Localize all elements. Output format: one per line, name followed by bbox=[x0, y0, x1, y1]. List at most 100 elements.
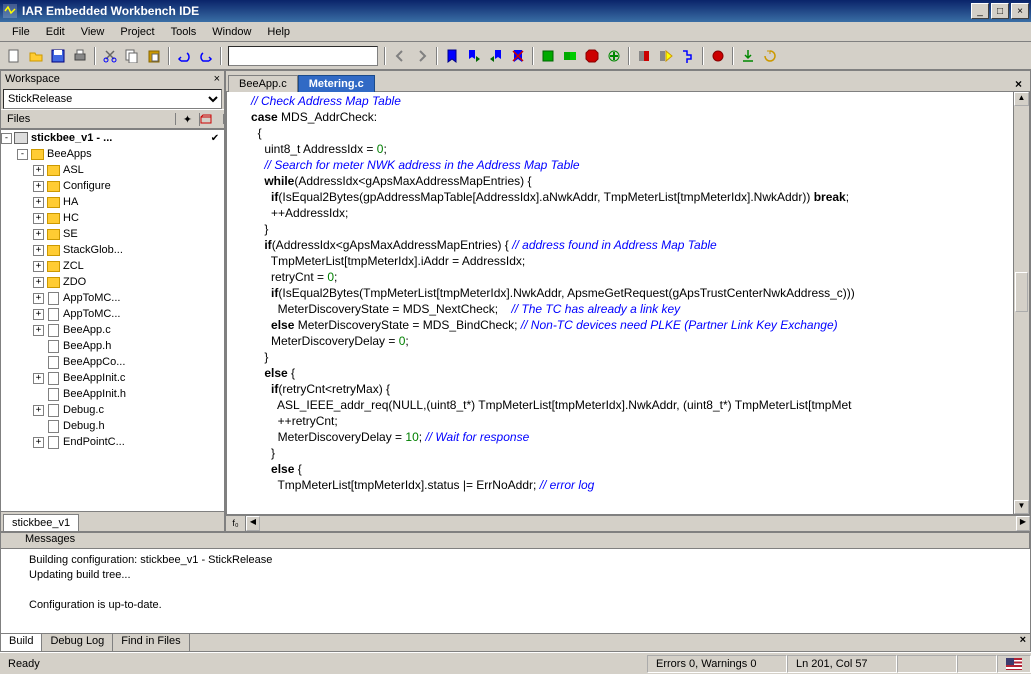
toolbar-bookmark-clear-button[interactable] bbox=[508, 46, 528, 66]
expand-icon[interactable]: + bbox=[33, 165, 44, 176]
expand-icon[interactable]: + bbox=[33, 181, 44, 192]
workspace-close-button[interactable]: × bbox=[214, 73, 220, 85]
tree-item[interactable]: +Debug.c bbox=[1, 402, 224, 418]
toolbar-paste-button[interactable] bbox=[144, 46, 164, 66]
menu-project[interactable]: Project bbox=[112, 24, 162, 40]
build-tab-debug-log[interactable]: Debug Log bbox=[42, 634, 113, 651]
toolbar-reset-button[interactable] bbox=[760, 46, 780, 66]
build-tab-find-in-files[interactable]: Find in Files bbox=[113, 634, 189, 651]
menu-view[interactable]: View bbox=[73, 24, 113, 40]
redo-icon bbox=[199, 49, 213, 63]
tree-item[interactable]: +BeeAppInit.c bbox=[1, 370, 224, 386]
tree-item[interactable]: + SE bbox=[1, 226, 224, 242]
toolbar-copy-button[interactable] bbox=[122, 46, 142, 66]
toolbar-make-button[interactable] bbox=[560, 46, 580, 66]
tree-item[interactable]: BeeAppCo... bbox=[1, 354, 224, 370]
workspace-tab[interactable]: stickbee_v1 bbox=[3, 514, 79, 531]
tree-item[interactable]: +HC bbox=[1, 210, 224, 226]
expand-icon[interactable]: + bbox=[33, 245, 44, 256]
menu-window[interactable]: Window bbox=[204, 24, 259, 40]
expand-icon[interactable]: - bbox=[1, 133, 12, 144]
function-indicator[interactable]: f₀ bbox=[226, 516, 246, 531]
expand-icon[interactable]: + bbox=[33, 229, 44, 240]
tree-item[interactable]: +AppToMC... bbox=[1, 290, 224, 306]
build-tab-build[interactable]: Build bbox=[1, 634, 42, 651]
expand-icon[interactable]: - bbox=[17, 149, 28, 160]
scroll-thumb[interactable] bbox=[1015, 272, 1028, 312]
tree-item[interactable]: -BeeApps bbox=[1, 146, 224, 162]
toolbar-toggle-bp-button[interactable] bbox=[634, 46, 654, 66]
build-messages[interactable]: Building configuration: stickbee_v1 - St… bbox=[1, 549, 1030, 633]
tree-item[interactable]: -stickbee_v1 - ...✔ bbox=[1, 130, 224, 146]
scroll-left-arrow[interactable]: ◀ bbox=[246, 516, 260, 531]
scroll-down-arrow[interactable]: ▼ bbox=[1014, 500, 1029, 514]
expand-icon[interactable]: + bbox=[33, 437, 44, 448]
tree-item[interactable]: BeeAppInit.h bbox=[1, 386, 224, 402]
expand-icon[interactable]: + bbox=[33, 197, 44, 208]
close-button[interactable]: × bbox=[1011, 3, 1029, 19]
toolbar-bookmark-next-button[interactable] bbox=[464, 46, 484, 66]
window-titlebar: IAR Embedded Workbench IDE _ □ × bbox=[0, 0, 1031, 22]
toolbar-breakpoint-button[interactable] bbox=[708, 46, 728, 66]
tree-item[interactable]: +ASL bbox=[1, 162, 224, 178]
minimize-button[interactable]: _ bbox=[971, 3, 989, 19]
tree-item[interactable]: +StackGlob... bbox=[1, 242, 224, 258]
expand-icon[interactable]: + bbox=[33, 293, 44, 304]
toolbar-cut-button[interactable] bbox=[100, 46, 120, 66]
tree-item[interactable]: Debug.h bbox=[1, 418, 224, 434]
toolbar-print-button[interactable] bbox=[70, 46, 90, 66]
expand-icon[interactable]: + bbox=[33, 261, 44, 272]
expand-icon[interactable]: + bbox=[33, 277, 44, 288]
tree-item[interactable]: +BeeApp.c bbox=[1, 322, 224, 338]
toolbar-open-button[interactable] bbox=[26, 46, 46, 66]
expand-icon[interactable]: + bbox=[33, 373, 44, 384]
toolbar-save-button[interactable] bbox=[48, 46, 68, 66]
editor-tabs: BeeApp.cMetering.c × bbox=[226, 71, 1030, 91]
code-editor[interactable]: // Check Address Map Table case MDS_Addr… bbox=[227, 92, 1013, 514]
tree-item[interactable]: BeeApp.h bbox=[1, 338, 224, 354]
toolbar-bookmark-button[interactable] bbox=[442, 46, 462, 66]
expand-icon[interactable]: + bbox=[33, 309, 44, 320]
editor-tab[interactable]: Metering.c bbox=[298, 75, 375, 92]
tree-item[interactable]: +HA bbox=[1, 194, 224, 210]
toolbar-step-button[interactable] bbox=[678, 46, 698, 66]
tree-item[interactable]: +ZDO bbox=[1, 274, 224, 290]
toolbar-undo-button[interactable] bbox=[174, 46, 194, 66]
tree-item[interactable]: +EndPointC... bbox=[1, 434, 224, 450]
tree-label: stickbee_v1 - ... bbox=[31, 132, 112, 144]
toolbar-compile-button[interactable] bbox=[538, 46, 558, 66]
tree-item[interactable]: +ZCL bbox=[1, 258, 224, 274]
folder-icon bbox=[46, 179, 60, 193]
build-pane-close[interactable]: × bbox=[1016, 634, 1030, 651]
tree-item[interactable]: +AppToMC... bbox=[1, 306, 224, 322]
scroll-up-arrow[interactable]: ▲ bbox=[1014, 92, 1029, 106]
toolbar-nav-fwd-button[interactable] bbox=[412, 46, 432, 66]
scroll-right-arrow[interactable]: ▶ bbox=[1016, 516, 1030, 531]
maximize-button[interactable]: □ bbox=[991, 3, 1009, 19]
menu-edit[interactable]: Edit bbox=[38, 24, 73, 40]
expand-icon[interactable]: + bbox=[33, 213, 44, 224]
tree-item[interactable]: +Configure bbox=[1, 178, 224, 194]
editor-tab-toggle[interactable]: × bbox=[1009, 77, 1028, 91]
toolbar-search-dropdown[interactable] bbox=[228, 46, 378, 66]
toolbar-go-button[interactable] bbox=[656, 46, 676, 66]
toolbar-nav-back-button[interactable] bbox=[390, 46, 410, 66]
menu-file[interactable]: File bbox=[4, 24, 38, 40]
config-dropdown[interactable]: StickRelease bbox=[3, 89, 222, 109]
editor-hscrollbar[interactable]: f₀ ◀ ▶ bbox=[226, 515, 1030, 531]
expand-icon[interactable]: + bbox=[33, 325, 44, 336]
toolbar-debug-button[interactable] bbox=[604, 46, 624, 66]
file-tree[interactable]: -stickbee_v1 - ...✔-BeeApps+ASL+Configur… bbox=[1, 129, 224, 511]
status-position: Ln 201, Col 57 bbox=[787, 655, 897, 673]
tree-label: SE bbox=[63, 228, 78, 240]
editor-vscrollbar[interactable]: ▲ ▼ bbox=[1013, 92, 1029, 514]
toolbar-bookmark-prev-button[interactable] bbox=[486, 46, 506, 66]
expand-icon[interactable]: + bbox=[33, 405, 44, 416]
menu-help[interactable]: Help bbox=[259, 24, 298, 40]
menu-tools[interactable]: Tools bbox=[163, 24, 205, 40]
toolbar-download-button[interactable] bbox=[738, 46, 758, 66]
toolbar-new-button[interactable] bbox=[4, 46, 24, 66]
editor-tab[interactable]: BeeApp.c bbox=[228, 75, 298, 92]
toolbar-redo-button[interactable] bbox=[196, 46, 216, 66]
toolbar-stop-button[interactable] bbox=[582, 46, 602, 66]
